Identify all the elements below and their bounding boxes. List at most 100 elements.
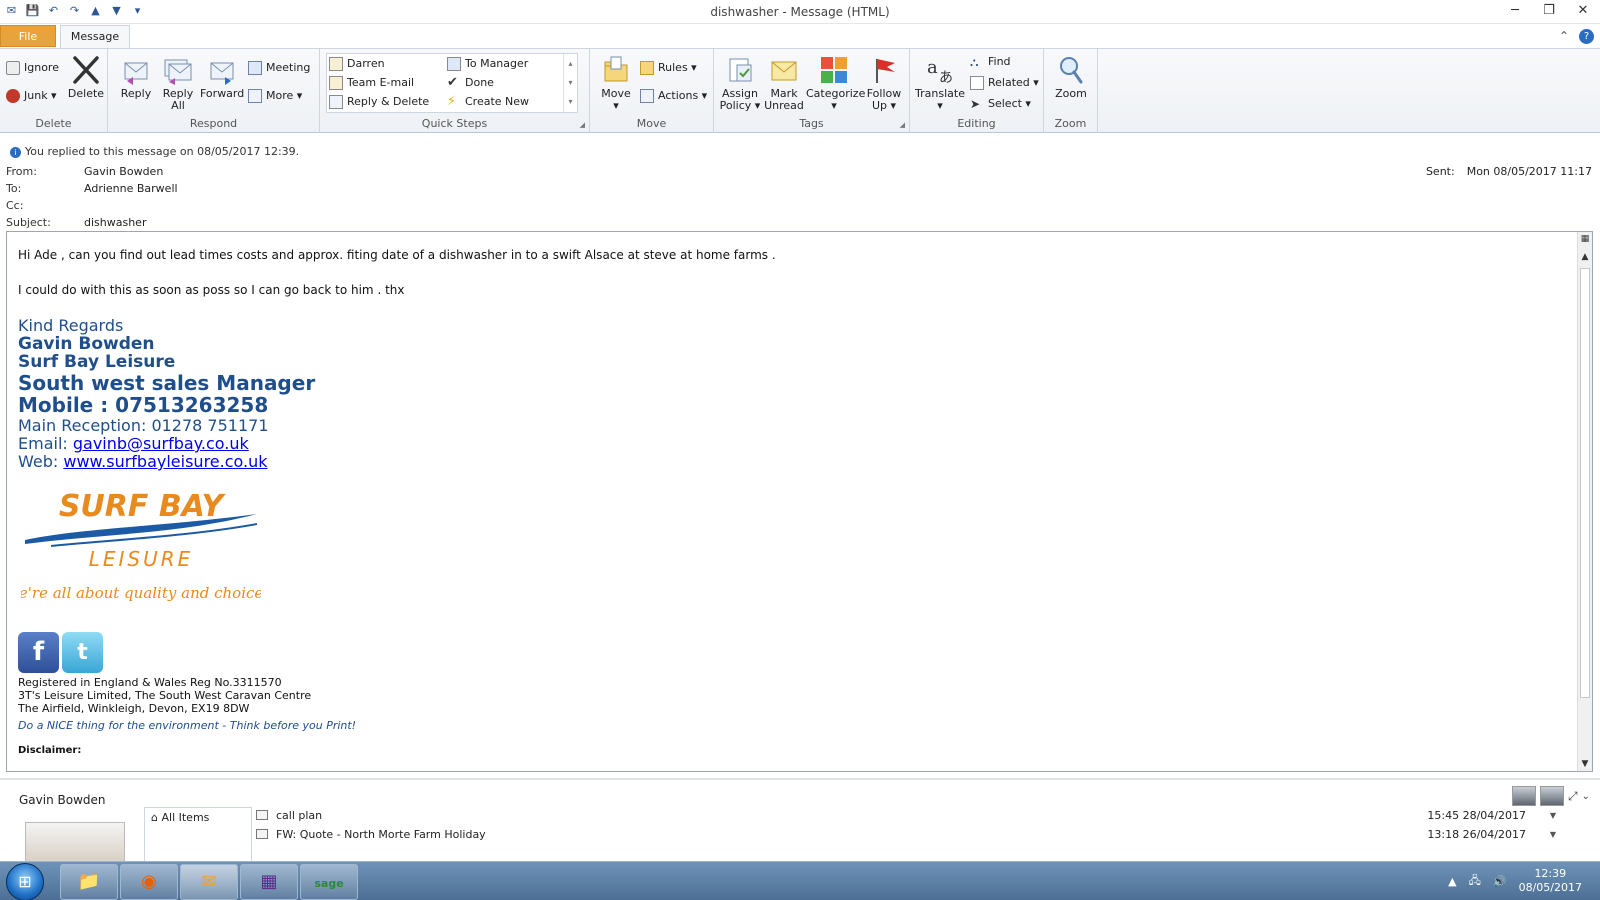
body-line-1: Hi Ade , can you find out lead times cos… [18,248,776,262]
actions-button[interactable]: Actions ▾ [640,88,707,104]
collapse-ribbon-icon[interactable]: ⌃ [1559,29,1569,44]
meeting-button[interactable]: Meeting [248,60,310,76]
to-value[interactable]: Adrienne Barwell [84,182,178,195]
chevron-down-icon[interactable]: ⌄ [1582,791,1590,802]
start-button[interactable]: ⊞ [6,863,44,900]
translate-button[interactable]: aあ Translate ▾ [912,55,968,112]
body-scrollbar[interactable]: ▦ ▲ ▼ [1577,232,1592,771]
people-items-filter: ⌂ All Items [144,807,252,863]
mark-unread-button[interactable]: Mark Unread [762,55,806,112]
quick-step-darren[interactable]: Darren [329,56,385,72]
calculator-taskbar-button[interactable]: ▦ [240,864,298,900]
delete-button[interactable]: Delete [66,55,106,100]
from-value[interactable]: Gavin Bowden [84,165,163,178]
quick-steps-launcher-icon[interactable]: ◢ [580,121,585,129]
explorer-taskbar-button[interactable]: 📁 [60,864,118,900]
reply-all-button[interactable]: Reply All [158,55,198,112]
twitter-icon[interactable]: t [62,632,103,673]
taskbar-clock[interactable]: 12:39 08/05/2017 [1519,867,1582,895]
group-label-quick-steps: Quick Steps [421,117,488,130]
quick-step-team-email[interactable]: Team E-mail [329,75,414,91]
more-respond-button[interactable]: More ▾ [248,88,302,104]
firefox-taskbar-button[interactable]: ◉ [120,864,178,900]
tab-file[interactable]: File [0,25,56,47]
legal-company: 3T's Leisure Limited, The South West Car… [18,689,312,702]
group-label-respond: Respond [189,117,238,130]
all-items-filter[interactable]: ⌂ All Items [151,811,209,824]
avatar[interactable] [1512,786,1536,806]
minimize-button[interactable]: ─ [1498,0,1532,22]
quick-step-done[interactable]: ✔ Done [447,75,494,91]
translate-icon: aあ [927,57,953,85]
subject-label: Subject: [6,216,51,229]
reply-button[interactable]: Reply [116,55,156,100]
lightning-icon: ⚡ [447,94,457,109]
avatar[interactable] [1540,786,1564,806]
cursor-icon: ➤ [970,97,981,111]
restore-button[interactable]: ❐ [1532,0,1566,22]
sage-taskbar-button[interactable]: sage [300,864,358,900]
team-email-icon [329,76,343,90]
reply-info-bar: i You replied to this message on 08/05/20… [10,145,299,158]
group-quick-steps: Darren Team E-mail Reply & Delete To Man… [320,49,590,133]
scroll-down-arrow-icon[interactable]: ▼ [1579,759,1591,769]
sig-company: Surf Bay Leisure [18,352,176,372]
zoom-button[interactable]: Zoom [1050,55,1092,100]
svg-text:a: a [927,57,938,78]
sig-web-line: Web: www.surfbayleisure.co.uk [18,452,268,471]
scroll-thumb[interactable] [1580,268,1590,698]
forward-icon [210,62,234,85]
quick-step-reply-delete[interactable]: Reply & Delete [329,94,429,110]
quick-steps-scroll[interactable]: ▴ ▾ ▾ [563,54,577,112]
scroll-settings-icon[interactable]: ▦ [1579,234,1591,244]
facebook-icon[interactable]: f [18,632,59,673]
rules-button[interactable]: Rules ▾ [640,60,697,76]
sig-role: South west sales Manager [18,371,316,395]
web-link[interactable]: www.surfbayleisure.co.uk [63,452,267,471]
select-button[interactable]: ➤ Select ▾ [970,96,1031,112]
row-dropdown-icon[interactable]: ▼ [1550,807,1556,825]
show-hidden-icons-icon[interactable]: ▲ [1448,875,1456,888]
row-dropdown-icon[interactable]: ▼ [1550,826,1556,844]
scroll-up-arrow-icon[interactable]: ▲ [1579,252,1591,262]
social-icons: f t [18,632,103,673]
network-icon[interactable]: 🖧 [1469,872,1481,891]
tags-launcher-icon[interactable]: ◢ [900,121,905,129]
list-item[interactable]: call plan 15:45 28/04/2017 ▼ [256,807,1576,825]
ignore-button[interactable]: Ignore [6,60,59,76]
related-button[interactable]: Related ▾ [970,75,1039,91]
follow-up-button[interactable]: Follow Up ▾ [862,55,906,112]
group-editing: aあ Translate ▾ ⛬ Find Related ▾ ➤ Select ▾ … [910,49,1044,133]
actions-icon [640,89,654,103]
tab-message[interactable]: Message [60,25,130,49]
help-icon[interactable]: ? [1579,29,1594,44]
volume-icon[interactable]: 🔊 [1493,875,1507,888]
find-button[interactable]: ⛬ Find [970,54,1011,70]
junk-button[interactable]: Junk ▾ [6,88,57,104]
email-link[interactable]: gavinb@surfbay.co.uk [73,434,249,453]
move-button[interactable]: Move ▾ [596,55,636,112]
taskbar: ⊞ 📁 ◉ ✉ ▦ sage ▲ 🖧 🔊 12:39 08/05/2017 [0,861,1600,900]
mark-unread-icon [771,61,797,81]
close-button[interactable]: ✕ [1566,0,1600,22]
categorize-button[interactable]: Categorize ▾ [806,55,865,112]
related-icon [970,76,984,90]
quick-step-create-new[interactable]: ⚡ Create New [447,94,529,110]
quick-step-to-manager[interactable]: To Manager [447,56,528,72]
group-label-move: Move [636,117,667,130]
message-body[interactable]: Hi Ade , can you find out lead times cos… [6,231,1593,772]
logo-leisure-text: LEISURE [89,547,194,571]
list-item[interactable]: FW: Quote - North Morte Farm Holiday 13:… [256,826,1576,844]
move-folder-icon [604,56,628,82]
calculator-icon: ▦ [260,871,278,892]
message-header: i You replied to this message on 08/05/20… [0,133,1600,231]
expand-pane-icon[interactable]: ⤢ [1568,789,1578,804]
outlook-taskbar-button[interactable]: ✉ [180,864,238,900]
group-delete: Ignore Junk ▾ Delete Delete [0,49,108,133]
cc-label: Cc: [6,199,24,212]
checkmark-icon: ✔ [447,75,458,90]
quick-steps-gallery: Darren Team E-mail Reply & Delete To Man… [326,53,578,113]
assign-policy-button[interactable]: Assign Policy ▾ [718,55,762,112]
forward-button[interactable]: Forward [200,55,244,100]
logo-surf-bay-text: SURF BAY [59,489,227,524]
